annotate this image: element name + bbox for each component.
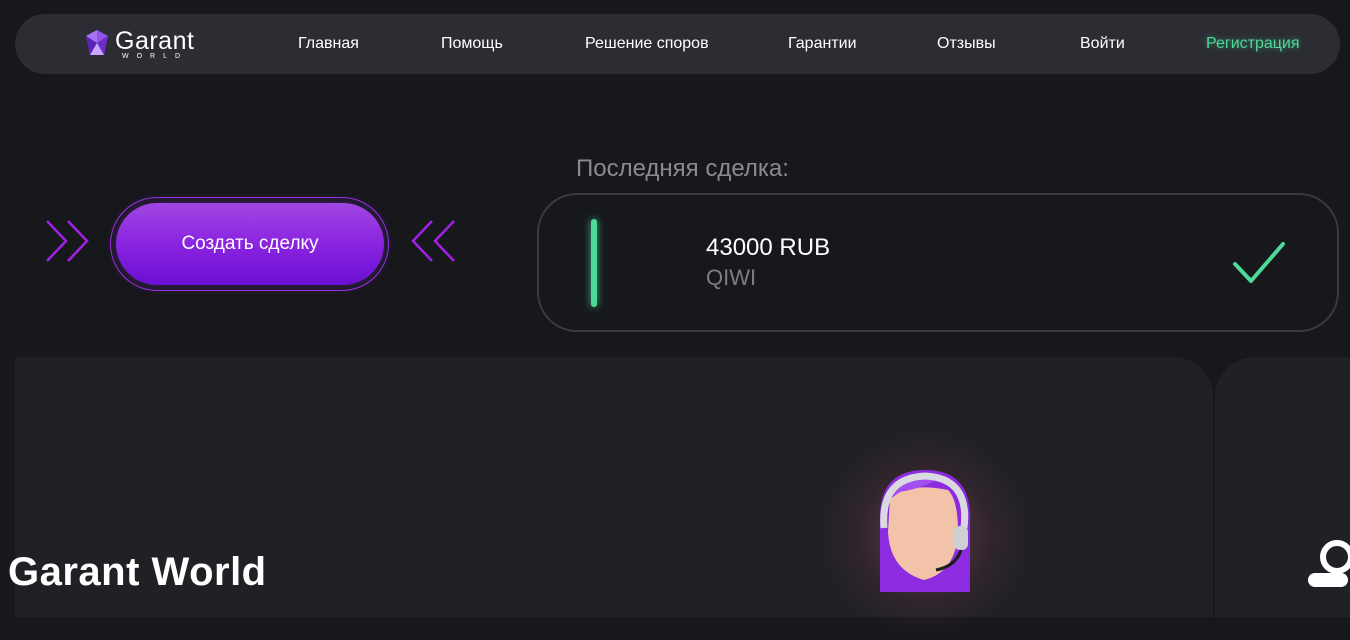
brand-subtitle: WORLD	[122, 53, 189, 60]
deal-amount: 43000 RUB	[706, 234, 831, 261]
nav-disputes[interactable]: Решение споров	[585, 35, 709, 53]
deal-status-bar	[591, 219, 597, 307]
side-panel-ring	[1320, 540, 1350, 574]
double-chevron-right-icon	[46, 220, 89, 262]
double-chevron-left-icon	[411, 220, 455, 262]
nav-register[interactable]: Регистрация	[1206, 35, 1300, 53]
last-deal-card	[537, 193, 1339, 332]
deal-payment-method: QIWI	[706, 265, 757, 290]
check-icon	[1233, 242, 1285, 283]
nav-home[interactable]: Главная	[298, 35, 359, 53]
last-deal-title: Последняя сделка:	[576, 155, 789, 182]
create-deal-button[interactable]: Создать сделку	[116, 203, 384, 285]
gem-icon	[86, 30, 108, 55]
nav-help[interactable]: Помощь	[441, 35, 503, 53]
brand-name: Garant	[115, 27, 195, 55]
nav-login[interactable]: Войти	[1080, 35, 1125, 53]
nav-guarantees[interactable]: Гарантии	[788, 35, 857, 53]
support-agent-icon	[879, 470, 971, 592]
nav-reviews[interactable]: Отзывы	[937, 35, 996, 53]
brand-logo[interactable]: Garant WORLD	[82, 26, 212, 62]
top-navbar: Garant WORLD Главная Помощь Решение спор…	[15, 14, 1340, 74]
section-heading: Garant World	[8, 550, 267, 594]
side-panel-pill	[1308, 573, 1348, 587]
